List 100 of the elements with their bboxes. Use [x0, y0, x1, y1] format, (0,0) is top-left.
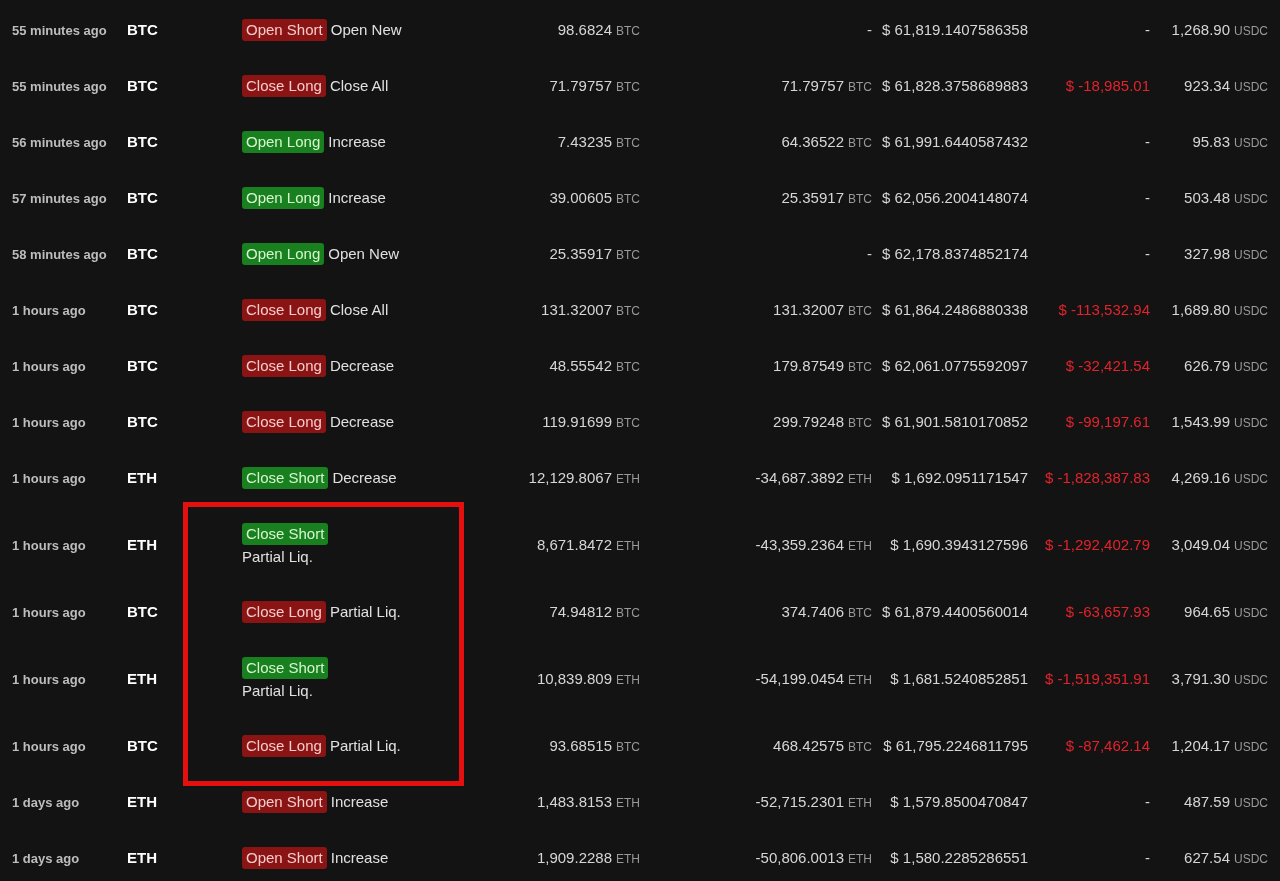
- size-value: 12,129.8067: [528, 467, 612, 488]
- fee-value: 1,268.90: [1171, 19, 1230, 40]
- unit-label: USDC: [1234, 78, 1268, 96]
- unit-label: BTC: [616, 302, 640, 320]
- side-badge: Close Short: [242, 523, 329, 545]
- unit-label: USDC: [1234, 671, 1268, 689]
- pnl-value: -: [1145, 131, 1150, 152]
- unit-label: USDC: [1234, 246, 1268, 264]
- unit-label: ETH: [616, 671, 640, 689]
- time-ago: 1 hours ago: [12, 739, 86, 754]
- time-ago: 1 days ago: [12, 851, 80, 866]
- unit-label: USDC: [1234, 850, 1268, 868]
- pnl-value: $ -113,532.94: [1058, 299, 1150, 320]
- position-value: 64.36522: [781, 131, 844, 152]
- side-badge: Close Short: [242, 467, 329, 489]
- action-label: Partial Liq.: [329, 736, 401, 756]
- fee-value: 1,689.80: [1171, 299, 1230, 320]
- position-value: 299.79248: [773, 411, 844, 432]
- position-value: 468.42575: [773, 735, 844, 756]
- fee-value: 1,204.17: [1171, 735, 1230, 756]
- position-value: -34,687.3892: [755, 467, 844, 488]
- price-value: $ 61,795.2246811795: [883, 735, 1028, 756]
- time-ago: 55 minutes ago: [12, 23, 107, 38]
- coin-symbol: BTC: [127, 245, 158, 262]
- position-value: -54,199.0454: [755, 668, 844, 689]
- size-value: 7.43235: [557, 131, 612, 152]
- action-label: Increase: [328, 188, 386, 208]
- fee-value: 627.54: [1184, 847, 1230, 868]
- pnl-value: $ -87,462.14: [1065, 735, 1150, 756]
- coin-symbol: BTC: [127, 189, 158, 206]
- action-label: Close All: [329, 300, 389, 320]
- unit-label: USDC: [1234, 470, 1268, 488]
- price-value: $ 62,056.2004148074: [882, 187, 1028, 208]
- position-value: 131.32007: [773, 299, 844, 320]
- side-badge: Open Short: [242, 791, 327, 813]
- unit-label: BTC: [848, 604, 872, 622]
- unit-label: BTC: [616, 246, 640, 264]
- action-label: Close All: [329, 76, 389, 96]
- fee-value: 4,269.16: [1171, 467, 1230, 488]
- size-value: 93.68515: [549, 735, 612, 756]
- unit-label: BTC: [616, 190, 640, 208]
- position-value: 25.35917: [781, 187, 844, 208]
- unit-label: BTC: [848, 414, 872, 432]
- size-value: 119.91699: [542, 411, 612, 432]
- time-ago: 1 hours ago: [12, 471, 86, 486]
- pnl-value: $ -32,421.54: [1065, 355, 1150, 376]
- unit-label: ETH: [848, 537, 872, 555]
- unit-label: ETH: [848, 794, 872, 812]
- unit-label: USDC: [1234, 738, 1268, 756]
- unit-label: ETH: [616, 794, 640, 812]
- unit-label: BTC: [616, 22, 640, 40]
- coin-symbol: ETH: [127, 849, 157, 866]
- action-label: Decrease: [332, 468, 397, 488]
- side-badge: Close Short: [242, 657, 329, 679]
- pnl-value: -: [1145, 187, 1150, 208]
- time-ago: 1 hours ago: [12, 415, 86, 430]
- coin-symbol: ETH: [127, 793, 157, 810]
- fee-value: 503.48: [1184, 187, 1230, 208]
- position-value: -43,359.2364: [755, 534, 844, 555]
- unit-label: USDC: [1234, 302, 1268, 320]
- fee-value: 95.83: [1192, 131, 1230, 152]
- side-badge: Close Long: [242, 411, 326, 433]
- time-ago: 1 hours ago: [12, 605, 86, 620]
- unit-label: ETH: [848, 850, 872, 868]
- price-value: $ 1,580.2285286551: [890, 847, 1028, 868]
- time-ago: 56 minutes ago: [12, 135, 107, 150]
- fee-value: 923.34: [1184, 75, 1230, 96]
- size-value: 39.00605: [549, 187, 612, 208]
- fee-value: 3,049.04: [1171, 534, 1230, 555]
- time-ago: 1 hours ago: [12, 359, 86, 374]
- position-value: -: [867, 243, 872, 264]
- unit-label: BTC: [848, 78, 872, 96]
- pnl-value: -: [1145, 19, 1150, 40]
- price-value: $ 61,819.1407586358: [882, 19, 1028, 40]
- pnl-value: -: [1145, 847, 1150, 868]
- pnl-value: -: [1145, 791, 1150, 812]
- unit-label: USDC: [1234, 190, 1268, 208]
- time-ago: 1 days ago: [12, 795, 80, 810]
- time-ago: 55 minutes ago: [12, 79, 107, 94]
- coin-symbol: BTC: [127, 603, 158, 620]
- coin-symbol: BTC: [127, 737, 158, 754]
- action-label: Decrease: [329, 356, 395, 376]
- unit-label: USDC: [1234, 794, 1268, 812]
- coin-symbol: BTC: [127, 133, 158, 150]
- unit-label: BTC: [616, 604, 640, 622]
- unit-label: BTC: [848, 302, 872, 320]
- side-badge: Open Short: [242, 847, 327, 869]
- side-badge: Close Long: [242, 735, 326, 757]
- unit-label: USDC: [1234, 358, 1268, 376]
- unit-label: USDC: [1234, 414, 1268, 432]
- side-badge: Close Long: [242, 355, 326, 377]
- time-ago: 1 hours ago: [12, 672, 86, 687]
- position-value: -50,806.0013: [755, 847, 844, 868]
- unit-label: BTC: [848, 358, 872, 376]
- fee-value: 487.59: [1184, 791, 1230, 812]
- unit-label: USDC: [1234, 134, 1268, 152]
- position-value: -: [867, 19, 872, 40]
- side-badge: Close Long: [242, 75, 326, 97]
- coin-symbol: BTC: [127, 77, 158, 94]
- size-value: 10,839.809: [536, 668, 612, 689]
